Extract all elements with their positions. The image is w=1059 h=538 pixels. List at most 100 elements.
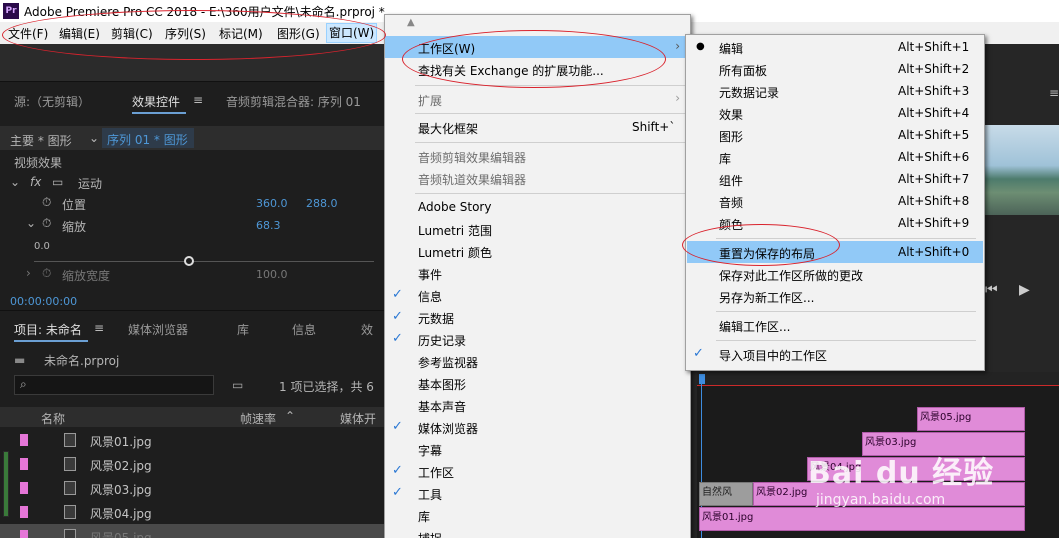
expand-scale-width-icon[interactable]: ›: [26, 266, 31, 280]
menu-item-maximize-frame[interactable]: 最大化框架 Shift+`: [385, 116, 690, 138]
col-name[interactable]: 名称: [41, 410, 65, 427]
step-back-icon[interactable]: ⏮: [985, 282, 998, 298]
menu-item-workspaces-panel[interactable]: ✓ 工作区: [385, 460, 690, 482]
menu-graphics[interactable]: 图形(G): [275, 25, 322, 42]
menu-item-metadata[interactable]: ✓ 元数据: [385, 306, 690, 328]
menu-item-lumetri-color[interactable]: Lumetri 颜色: [385, 240, 690, 262]
play-icon[interactable]: ▶: [1019, 282, 1030, 298]
menu-item-label: 保存对此工作区所做的更改: [719, 269, 864, 283]
workspace-item-effects[interactable]: 效果 Alt+Shift+4: [686, 102, 984, 124]
image-file-icon: [64, 505, 76, 519]
panel-menu-icon[interactable]: ≡: [94, 321, 104, 335]
menu-item-exchange[interactable]: 查找有关 Exchange 的扩展功能...: [385, 58, 690, 80]
list-item[interactable]: 风景05.jpg: [0, 524, 385, 538]
menu-item-info[interactable]: ✓ 信息: [385, 284, 690, 306]
tab-info[interactable]: 信息: [292, 321, 316, 338]
menu-item-reference-monitor[interactable]: 参考监视器: [385, 350, 690, 372]
timeline-clip[interactable]: 风景05.jpg: [917, 407, 1025, 431]
menu-item-libraries[interactable]: 库: [385, 504, 690, 526]
menu-sequence[interactable]: 序列(S): [163, 25, 208, 42]
menu-item-shortcut: Alt+Shift+2: [898, 62, 970, 76]
menu-item-capture[interactable]: 捕捉: [385, 526, 690, 538]
workspace-item-save-changes[interactable]: 保存对此工作区所做的更改: [686, 263, 984, 285]
timeline-clip[interactable]: 自然风: [699, 482, 753, 506]
tab-libraries[interactable]: 库: [237, 321, 249, 338]
fx-icon[interactable]: fx: [30, 175, 41, 189]
workspace-item-audio[interactable]: 音频 Alt+Shift+8: [686, 190, 984, 212]
tab-effect-controls[interactable]: 效果控件: [132, 93, 180, 110]
menu-item-lumetri-scopes[interactable]: Lumetri 范围: [385, 218, 690, 240]
panel-menu-icon[interactable]: ≡: [1049, 86, 1059, 100]
menu-item-audio-track-effect-editor[interactable]: 音频轨道效果编辑器: [385, 167, 690, 189]
tab-project[interactable]: 项目: 未命名: [14, 321, 82, 338]
expand-scale-icon[interactable]: ⌄: [26, 216, 36, 230]
timecode[interactable]: 00:00:00:00: [10, 295, 77, 308]
panel-menu-icon[interactable]: ≡: [193, 93, 203, 107]
stopwatch-icon[interactable]: ⏱: [42, 266, 51, 281]
menu-item-essential-graphics[interactable]: 基本图形: [385, 372, 690, 394]
menu-file[interactable]: 文件(F): [6, 25, 50, 42]
workspace-item-edit-workspaces[interactable]: 编辑工作区...: [686, 314, 984, 336]
image-file-icon: [64, 457, 76, 471]
tab-audio-clip-mixer[interactable]: 音频剪辑混合器: 序列 01: [226, 93, 361, 110]
new-bin-icon[interactable]: ▭: [232, 378, 243, 392]
workspace-item-assembly[interactable]: 组件 Alt+Shift+7: [686, 168, 984, 190]
project-file-name: 未命名.prproj: [44, 354, 120, 368]
scale-slider-handle[interactable]: [184, 256, 194, 266]
menu-clip[interactable]: 剪辑(C): [109, 25, 155, 42]
workspace-item-all-panels[interactable]: 所有面板 Alt+Shift+2: [686, 58, 984, 80]
chevron-down-icon[interactable]: ⌄: [89, 131, 99, 145]
master-clip-label[interactable]: 主要 * 图形: [10, 132, 72, 149]
time-ruler[interactable]: [697, 372, 1059, 386]
menu-item-events[interactable]: 事件: [385, 262, 690, 284]
search-input[interactable]: ⌕: [14, 375, 214, 395]
tab-media-browser[interactable]: 媒体浏览器: [128, 321, 188, 338]
menu-item-audio-clip-effect-editor[interactable]: 音频剪辑效果编辑器: [385, 145, 690, 167]
list-item[interactable]: 风景04.jpg: [0, 500, 385, 524]
scale-value[interactable]: 68.3: [256, 219, 281, 232]
menu-item-extensions[interactable]: 扩展 ›: [385, 88, 690, 110]
menu-item-label: 工作区: [418, 466, 455, 480]
position-y-value[interactable]: 288.0: [306, 197, 338, 210]
submenu-arrow-icon: ›: [675, 39, 680, 53]
col-framerate[interactable]: 帧速率: [240, 410, 276, 427]
col-media-start[interactable]: 媒体开: [340, 410, 376, 427]
workspace-item-color[interactable]: 颜色 Alt+Shift+9: [686, 212, 984, 234]
menu-marker[interactable]: 标记(M): [217, 25, 265, 42]
menu-item-workspaces[interactable]: 工作区(W) ›: [385, 36, 690, 58]
workspace-item-libraries[interactable]: 库 Alt+Shift+6: [686, 146, 984, 168]
playhead-icon[interactable]: [699, 374, 705, 384]
stopwatch-icon[interactable]: ⏱: [42, 216, 51, 231]
menu-item-label: 查找有关 Exchange 的扩展功能...: [418, 64, 604, 78]
menu-item-label: Lumetri 颜色: [418, 246, 492, 260]
tab-source[interactable]: 源:（无剪辑）: [14, 93, 90, 110]
position-x-value[interactable]: 360.0: [256, 197, 288, 210]
stopwatch-icon[interactable]: ⏱: [42, 195, 51, 210]
menu-separator: [415, 85, 685, 86]
scale-slider-track[interactable]: [34, 261, 374, 262]
menu-item-tools[interactable]: ✓ 工具: [385, 482, 690, 504]
sequence-clip-tab[interactable]: 序列 01 * 图形: [102, 128, 194, 148]
list-item[interactable]: 风景02.jpg: [0, 452, 385, 476]
workspace-item-graphics[interactable]: 图形 Alt+Shift+5: [686, 124, 984, 146]
list-item[interactable]: 风景03.jpg: [0, 476, 385, 500]
workspace-item-reset-saved-layout[interactable]: 重置为保存的布局 Alt+Shift+0: [687, 241, 983, 263]
workspace-item-import-from-project[interactable]: ✓ 导入项目中的工作区: [686, 343, 984, 365]
menu-item-captions[interactable]: 字幕: [385, 438, 690, 460]
menu-item-history[interactable]: ✓ 历史记录: [385, 328, 690, 350]
expand-motion-icon[interactable]: ⌄: [10, 175, 20, 189]
scroll-up-icon[interactable]: ▲: [407, 17, 415, 28]
menu-item-media-browser[interactable]: ✓ 媒体浏览器: [385, 416, 690, 438]
tab-effects[interactable]: 效: [361, 321, 373, 338]
menu-item-essential-sound[interactable]: 基本声音: [385, 394, 690, 416]
menu-separator: [716, 340, 976, 341]
workspace-item-save-as-new[interactable]: 另存为新工作区...: [686, 285, 984, 307]
list-item[interactable]: 风景01.jpg: [0, 428, 385, 452]
menu-edit[interactable]: 编辑(E): [57, 25, 102, 42]
workspace-item-editing[interactable]: ● 编辑 Alt+Shift+1: [686, 36, 984, 58]
menu-item-adobe-story[interactable]: Adobe Story: [385, 196, 690, 218]
menu-item-label: 库: [418, 510, 431, 524]
sort-ascending-icon[interactable]: ⌃: [285, 409, 295, 423]
workspace-item-metadata-logging[interactable]: 元数据记录 Alt+Shift+3: [686, 80, 984, 102]
menu-window[interactable]: 窗口(W): [326, 23, 378, 43]
